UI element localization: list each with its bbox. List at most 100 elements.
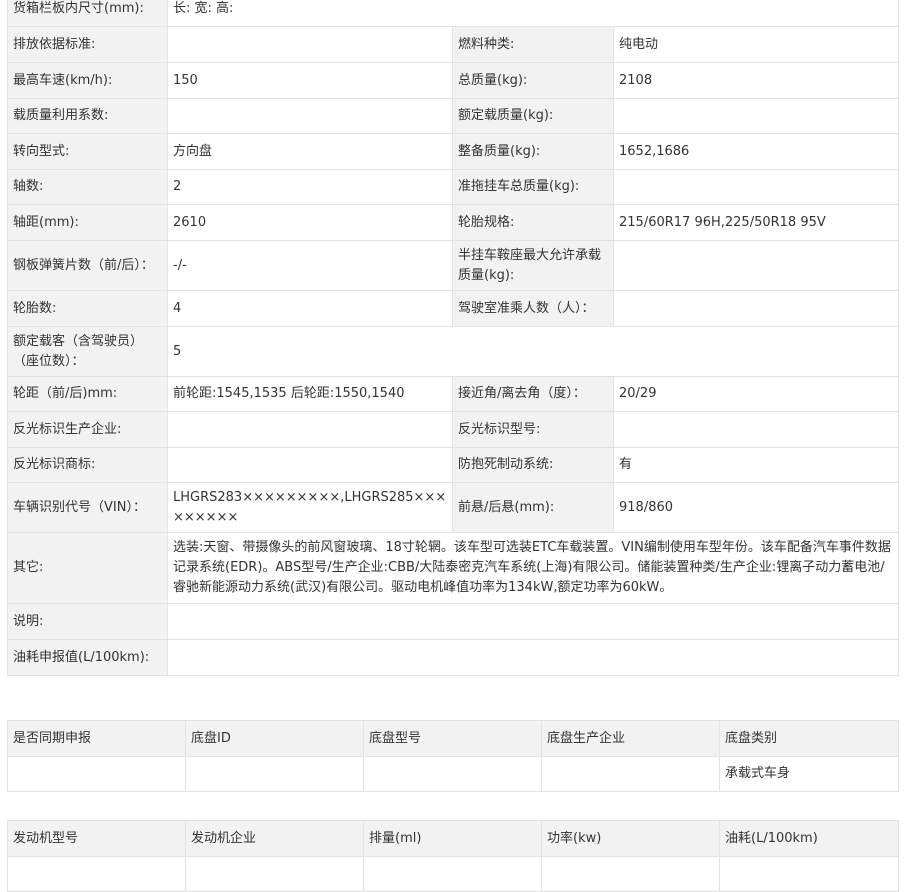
chassis-header-cell: 底盘型号 — [363, 720, 542, 757]
chassis-header-row: 是否同期申报 底盘ID 底盘型号 底盘生产企业 底盘类别 — [7, 720, 899, 757]
param-value — [167, 26, 453, 63]
engine-table: 发动机型号 发动机企业 排量(ml) 功率(kw) 油耗(L/100km) — [7, 820, 899, 892]
param-label: 转向型式: — [7, 133, 168, 170]
chassis-cell — [541, 756, 720, 792]
engine-cell — [719, 856, 899, 892]
chassis-header-cell: 底盘ID — [185, 720, 364, 757]
param-label: 排放依据标准: — [7, 26, 168, 63]
engine-header-cell: 功率(kw) — [541, 820, 720, 857]
chassis-header-cell: 底盘生产企业 — [541, 720, 720, 757]
param-row: 反光标识商标: 防抱死制动系统: 有 — [7, 447, 900, 483]
param-label: 载质量利用系数: — [7, 98, 168, 134]
engine-cell — [541, 856, 720, 892]
param-value: 长: 宽: 高: — [166, 0, 900, 27]
param-label: 额定载客（含驾驶员）（座位数）： — [7, 326, 168, 377]
param-row: 额定载客（含驾驶员）（座位数）： 5 — [7, 326, 900, 377]
param-label: 额定载质量(kg): — [452, 98, 614, 134]
param-label: 其它: — [7, 532, 168, 604]
engine-cell — [363, 856, 542, 892]
chassis-cell — [7, 756, 186, 792]
param-value — [612, 169, 900, 205]
param-label: 反光标识型号: — [452, 411, 614, 448]
engine-header-row: 发动机型号 发动机企业 排量(ml) 功率(kw) 油耗(L/100km) — [7, 820, 899, 857]
param-label: 准拖挂车总质量(kg): — [452, 169, 614, 205]
param-label: 轴距(mm): — [7, 204, 168, 241]
param-row: 车辆识别代号（VIN）： LHGRS283×××××××××,LHGRS285××… — [7, 482, 900, 533]
param-label: 说明: — [7, 603, 168, 640]
param-value: 20/29 — [612, 376, 900, 412]
param-value: 选装:天窗、带摄像头的前风窗玻璃、18寸轮辋。该车型可选装ETC车载装置。VIN… — [166, 532, 900, 604]
param-value: 有 — [612, 447, 900, 483]
vehicle-params-table: 货箱栏板内尺寸(mm): 长: 宽: 高: 排放依据标准: 燃料种类: 纯电动 最高车速(… — [7, 0, 900, 676]
param-value — [167, 411, 453, 448]
param-value: 215/60R17 96H,225/50R18 95V — [612, 204, 900, 241]
param-row: 排放依据标准: 燃料种类: 纯电动 — [7, 26, 900, 63]
param-label: 钢板弹簧片数（前/后）： — [7, 240, 168, 291]
param-value: 1652,1686 — [612, 133, 900, 170]
param-value: LHGRS283×××××××××,LHGRS285××××××××× — [167, 482, 453, 533]
param-row: 最高车速(km/h): 150 总质量(kg): 2108 — [7, 62, 900, 99]
param-value: 918/860 — [612, 482, 900, 533]
param-label: 反光标识生产企业: — [7, 411, 168, 448]
param-value — [166, 639, 900, 676]
param-row: 油耗申报值(L/100km): — [7, 639, 900, 676]
param-row: 货箱栏板内尺寸(mm): 长: 宽: 高: — [7, 0, 900, 27]
engine-cell — [7, 856, 186, 892]
param-value: 5 — [166, 326, 900, 377]
param-label: 驾驶室准乘人数（人）： — [452, 290, 614, 327]
param-label: 燃料种类: — [452, 26, 614, 63]
param-label: 前悬/后悬(mm): — [452, 482, 614, 533]
param-row: 载质量利用系数: 额定载质量(kg): — [7, 98, 900, 134]
param-label: 轮胎数: — [7, 290, 168, 327]
param-row: 反光标识生产企业: 反光标识型号: — [7, 411, 900, 448]
engine-data-row — [7, 856, 899, 892]
param-label: 最高车速(km/h): — [7, 62, 168, 99]
param-value — [167, 447, 453, 483]
param-label: 车辆识别代号（VIN）： — [7, 482, 168, 533]
param-value — [612, 240, 900, 291]
param-label: 整备质量(kg): — [452, 133, 614, 170]
param-label: 油耗申报值(L/100km): — [7, 639, 168, 676]
chassis-cell: 承载式车身 — [719, 756, 899, 792]
param-label: 接近角/离去角（度）： — [452, 376, 614, 412]
param-value: 前轮距:1545,1535 后轮距:1550,1540 — [167, 376, 453, 412]
engine-header-cell: 发动机型号 — [7, 820, 186, 857]
param-value — [612, 98, 900, 134]
param-label: 总质量(kg): — [452, 62, 614, 99]
param-row: 轮距（前/后)mm: 前轮距:1545,1535 后轮距:1550,1540 接近角… — [7, 376, 900, 412]
param-value — [167, 98, 453, 134]
chassis-cell — [363, 756, 542, 792]
param-row: 轴数: 2 准拖挂车总质量(kg): — [7, 169, 900, 205]
param-label: 轮胎规格: — [452, 204, 614, 241]
param-label: 货箱栏板内尺寸(mm): — [7, 0, 168, 27]
param-value: 150 — [167, 62, 453, 99]
param-value: 2108 — [612, 62, 900, 99]
param-value: 方向盘 — [167, 133, 453, 170]
param-label: 反光标识商标: — [7, 447, 168, 483]
param-row: 钢板弹簧片数（前/后）： -/- 半挂车鞍座最大允许承载质量(kg): — [7, 240, 900, 291]
chassis-table: 是否同期申报 底盘ID 底盘型号 底盘生产企业 底盘类别 承载式车身 — [7, 720, 899, 792]
chassis-header-cell: 底盘类别 — [719, 720, 899, 757]
param-label: 半挂车鞍座最大允许承载质量(kg): — [452, 240, 614, 291]
param-value: -/- — [167, 240, 453, 291]
chassis-cell — [185, 756, 364, 792]
param-value — [612, 411, 900, 448]
param-row: 其它: 选装:天窗、带摄像头的前风窗玻璃、18寸轮辋。该车型可选装ETC车载装置。… — [7, 532, 900, 604]
param-label: 防抱死制动系统: — [452, 447, 614, 483]
param-value: 纯电动 — [612, 26, 900, 63]
chassis-data-row: 承载式车身 — [7, 756, 899, 792]
engine-header-cell: 油耗(L/100km) — [719, 820, 899, 857]
param-label: 轴数: — [7, 169, 168, 205]
param-value: 2 — [167, 169, 453, 205]
param-row: 转向型式: 方向盘 整备质量(kg): 1652,1686 — [7, 133, 900, 170]
param-value: 2610 — [167, 204, 453, 241]
param-value — [612, 290, 900, 327]
param-row: 轮胎数: 4 驾驶室准乘人数（人）： — [7, 290, 900, 327]
param-value — [166, 603, 900, 640]
chassis-header-cell: 是否同期申报 — [7, 720, 186, 757]
param-row: 说明: — [7, 603, 900, 640]
engine-header-cell: 发动机企业 — [185, 820, 364, 857]
param-row: 轴距(mm): 2610 轮胎规格: 215/60R17 96H,225/50R18 … — [7, 204, 900, 241]
param-value: 4 — [167, 290, 453, 327]
param-label: 轮距（前/后)mm: — [7, 376, 168, 412]
